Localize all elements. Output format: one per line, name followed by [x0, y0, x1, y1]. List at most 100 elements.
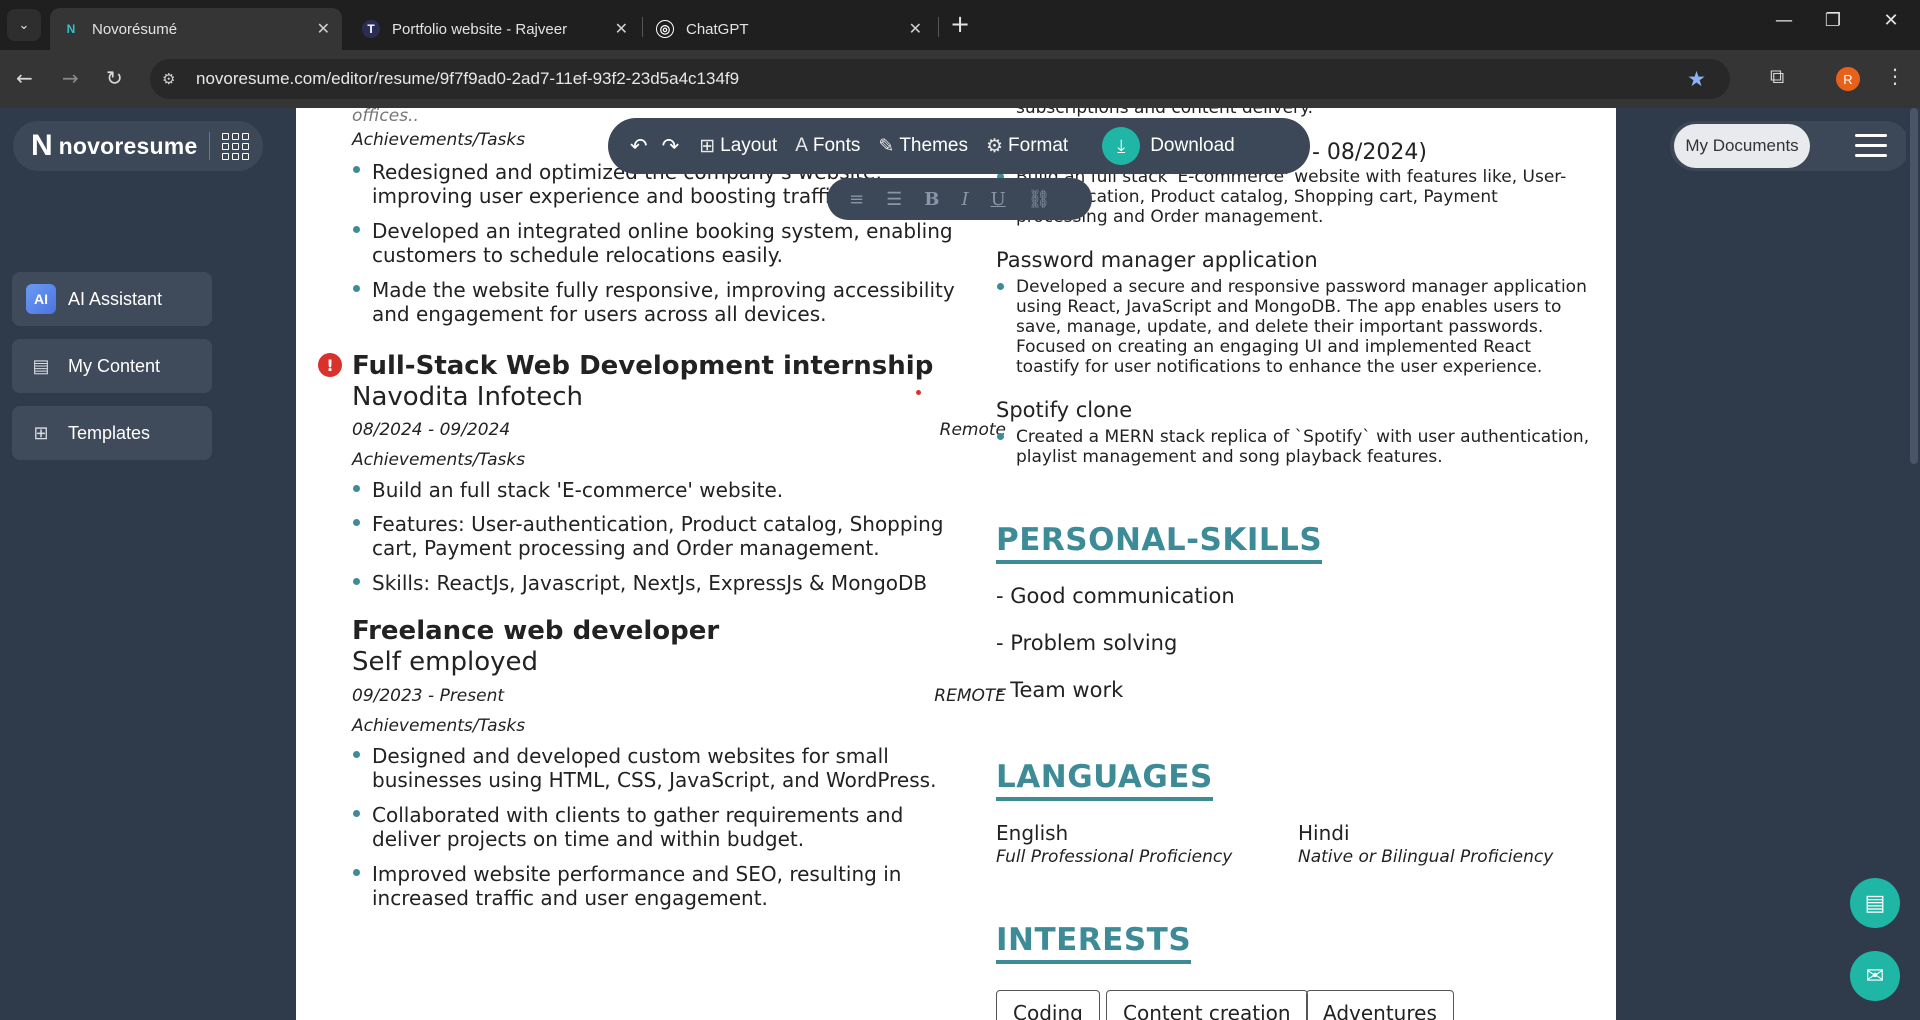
url-text[interactable]: novoresume.com/editor/resume/9f7f9ad0-2a… — [196, 69, 739, 89]
tab-chatgpt[interactable]: ◎ ChatGPT ✕ — [644, 8, 934, 50]
job-bullet[interactable]: businesses using HTML, CSS, JavaScript, … — [372, 768, 936, 792]
bookmark-star-icon[interactable]: ★ — [1687, 67, 1706, 91]
tab-divider — [938, 17, 939, 37]
close-icon[interactable]: ✕ — [615, 19, 628, 39]
review-doc-icon[interactable]: ▤ — [1850, 878, 1900, 928]
job-title[interactable]: Full-Stack Web Development internship — [352, 351, 933, 381]
interest-chip[interactable]: Content creation — [1106, 990, 1308, 1020]
align-justify-icon[interactable]: ☰ — [886, 189, 902, 210]
restore-icon[interactable]: ❐ — [1810, 10, 1856, 31]
job-location[interactable]: Remote — [856, 420, 1006, 440]
job-bullet[interactable]: customers to schedule relocations easily… — [372, 243, 783, 267]
redo-icon[interactable]: ↷ — [662, 134, 680, 159]
skill-item[interactable]: - Team work — [996, 678, 1123, 702]
project-line[interactable]: Developed a secure and responsive passwo… — [1016, 277, 1587, 297]
project-line[interactable]: Focused on creating an engaging UI and i… — [1016, 337, 1531, 357]
job-bullet[interactable]: increased traffic and user engagement. — [372, 886, 768, 910]
job-bullet[interactable]: deliver projects on time and within budg… — [372, 827, 804, 851]
project-text-fragment[interactable]: subscriptions and content delivery. — [1016, 108, 1313, 118]
achievements-label[interactable]: Achievements/Tasks — [352, 716, 525, 736]
project-line[interactable]: Created a MERN stack replica of `Spotify… — [1016, 427, 1589, 447]
underline-icon[interactable]: U — [991, 189, 1006, 210]
language-level[interactable]: Native or Bilingual Proficiency — [1298, 847, 1553, 867]
tab-divider — [642, 17, 643, 37]
skill-item[interactable]: - Problem solving — [996, 631, 1177, 655]
tab-novoresume[interactable]: N Novorésumé ✕ — [50, 8, 342, 50]
align-left-icon[interactable]: ≡ — [849, 189, 864, 210]
achievements-label[interactable]: Achievements/Tasks — [352, 130, 525, 150]
project-line[interactable]: using React, JavaScript and MongoDB. The… — [1016, 297, 1561, 317]
back-arrow-icon[interactable]: ← — [16, 66, 33, 90]
job-bullet[interactable]: cart, Payment processing and Order manag… — [372, 536, 880, 560]
my-documents-button[interactable]: My Documents — [1674, 124, 1810, 168]
language-level[interactable]: Full Professional Proficiency — [996, 847, 1232, 867]
fonts-button[interactable]: A Fonts — [795, 135, 860, 157]
brand-pill[interactable]: N novoresume — [13, 121, 263, 171]
job-location[interactable]: REMOTE — [856, 686, 1006, 706]
profile-avatar[interactable]: R — [1836, 67, 1860, 91]
ai-assistant-icon: AI — [26, 284, 56, 314]
layout-button[interactable]: ⊞ Layout — [699, 135, 777, 158]
undo-icon[interactable]: ↶ — [630, 134, 648, 159]
job-title[interactable]: Freelance web developer — [352, 616, 719, 646]
close-icon[interactable]: ✕ — [909, 19, 922, 39]
job-dates[interactable]: 09/2023 - Present — [352, 686, 504, 706]
interest-chip[interactable]: Coding — [996, 990, 1100, 1020]
job-bullet[interactable]: Collaborated with clients to gather requ… — [372, 803, 903, 827]
minimize-icon[interactable]: — — [1761, 10, 1807, 31]
window-close-icon[interactable]: ✕ — [1868, 10, 1914, 31]
scrollbar-thumb[interactable] — [1910, 108, 1918, 464]
job-bullet[interactable]: improving user experience and boosting t… — [372, 184, 872, 208]
download-label: Download — [1150, 135, 1235, 156]
address-bar[interactable]: ⚙ novoresume.com/editor/resume/9f7f9ad0-… — [150, 59, 1730, 99]
warning-icon[interactable]: ! — [318, 353, 342, 377]
close-icon[interactable]: ✕ — [317, 19, 330, 39]
sidebar-ai-assistant[interactable]: AI AI Assistant — [12, 272, 212, 326]
project-line[interactable]: save, manage, update, and delete their i… — [1016, 317, 1543, 337]
section-heading-skills[interactable]: PERSONAL-SKILLS — [996, 522, 1323, 564]
language-name[interactable]: English — [996, 821, 1068, 845]
tab-search-button[interactable]: ⌄ — [7, 9, 41, 41]
extensions-puzzle-icon[interactable]: ⧉ — [1770, 64, 1784, 88]
job-dates[interactable]: 08/2024 - 09/2024 — [352, 420, 510, 440]
apps-grid-icon[interactable] — [222, 132, 250, 160]
download-icon: ⤓ — [1102, 127, 1141, 165]
section-heading-languages[interactable]: LANGUAGES — [996, 759, 1213, 801]
job-bullet[interactable]: Developed an integrated online booking s… — [372, 219, 953, 243]
project-line[interactable]: playlist management and song playback fe… — [1016, 447, 1443, 467]
project-dates-fragment[interactable]: - 08/2024) — [1312, 140, 1427, 165]
tab-portfolio[interactable]: T Portfolio website - Rajveer ✕ — [350, 8, 640, 50]
browser-menu-icon[interactable]: ⋮ — [1885, 64, 1905, 88]
sidebar-templates[interactable]: ⊞ Templates — [12, 406, 212, 460]
job-bullet[interactable]: Designed and developed custom websites f… — [372, 744, 889, 768]
company-name[interactable]: Navodita Infotech — [352, 382, 583, 412]
chat-support-icon[interactable]: ✉ — [1850, 951, 1900, 1001]
format-button[interactable]: ⚙ Format — [986, 135, 1068, 158]
download-button[interactable]: ⤓ Download — [1102, 127, 1235, 165]
italic-icon[interactable]: I — [961, 189, 968, 210]
link-icon[interactable]: ⛓ — [1028, 189, 1051, 210]
job-bullet[interactable]: Build an full stack 'E-commerce' website… — [372, 478, 783, 502]
sidebar-my-content[interactable]: ▤ My Content — [12, 339, 212, 393]
job-bullet[interactable]: and engagement for users across all devi… — [372, 302, 827, 326]
interest-chip[interactable]: Adventures — [1306, 990, 1454, 1020]
project-title[interactable]: Spotify clone — [996, 398, 1132, 422]
job-bullet[interactable]: Improved website performance and SEO, re… — [372, 862, 901, 886]
site-info-icon[interactable]: ⚙ — [162, 70, 186, 88]
themes-button[interactable]: ✎ Themes — [878, 135, 968, 158]
job-bullet[interactable]: Skills: ReactJs, Javascript, NextJs, Exp… — [372, 571, 927, 595]
hamburger-menu-icon[interactable] — [1855, 134, 1887, 164]
project-line[interactable]: toastify for user notifications to enhan… — [1016, 357, 1542, 377]
project-title[interactable]: Password manager application — [996, 248, 1318, 272]
language-name[interactable]: Hindi — [1298, 821, 1350, 845]
achievements-label[interactable]: Achievements/Tasks — [352, 450, 525, 470]
job-bullet[interactable]: Features: User-authentication, Product c… — [372, 512, 944, 536]
reload-icon[interactable]: ↻ — [106, 66, 123, 90]
bold-icon[interactable]: B — [924, 189, 939, 210]
forward-arrow-icon[interactable]: → — [62, 66, 79, 90]
new-tab-plus-icon[interactable]: + — [950, 12, 970, 36]
job-bullet[interactable]: Made the website fully responsive, impro… — [372, 278, 955, 302]
company-name[interactable]: Self employed — [352, 647, 538, 677]
section-heading-interests[interactable]: INTERESTS — [996, 922, 1192, 964]
skill-item[interactable]: - Good communication — [996, 584, 1235, 608]
